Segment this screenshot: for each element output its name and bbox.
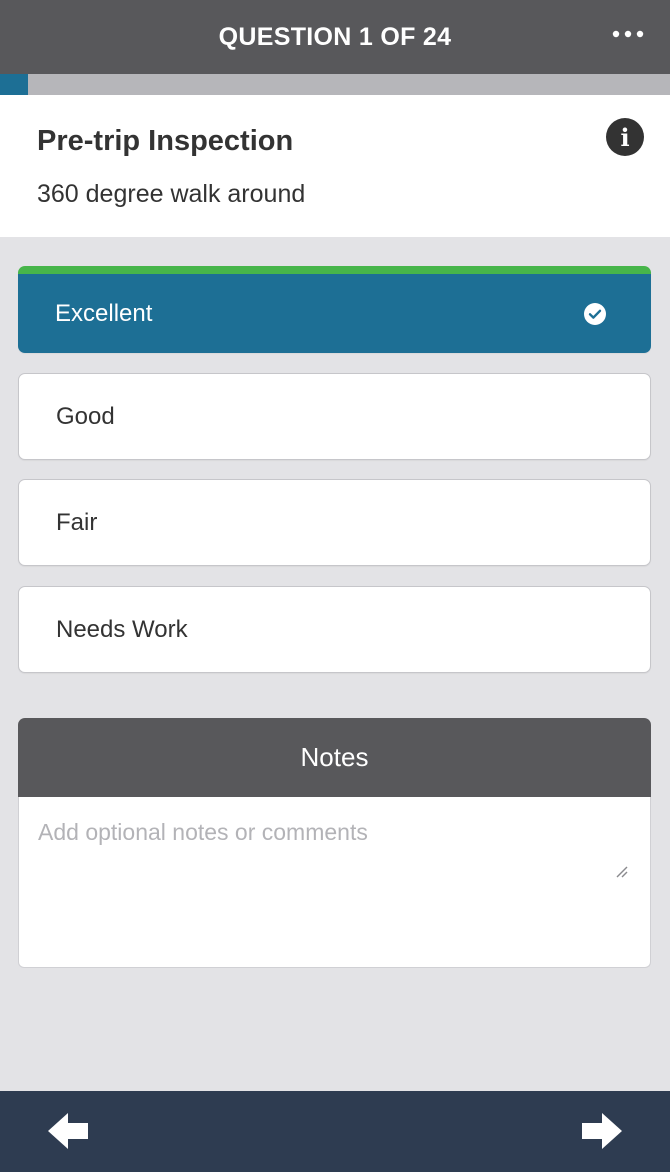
question-title: Pre-trip Inspection: [37, 125, 294, 157]
option-excellent[interactable]: Excellent: [18, 266, 651, 353]
notes-title: Notes: [300, 742, 369, 772]
more-menu-button[interactable]: [610, 20, 646, 48]
top-bar: QUESTION 1 OF 24: [0, 0, 670, 74]
info-icon: i: [620, 122, 630, 152]
option-label: Good: [56, 402, 115, 430]
check-circle-icon: [584, 302, 606, 325]
resize-handle-icon[interactable]: [612, 862, 628, 878]
option-good[interactable]: Good: [18, 373, 651, 460]
option-label: Excellent: [55, 299, 153, 327]
question-subtitle: 360 degree walk around: [37, 180, 306, 208]
notes-textarea[interactable]: [18, 797, 651, 968]
next-question-button[interactable]: [578, 1109, 626, 1153]
option-fair[interactable]: Fair: [18, 479, 651, 566]
info-button[interactable]: i: [606, 118, 644, 156]
more-horizontal-icon: [612, 30, 644, 38]
question-counter: QUESTION 1 OF 24: [218, 22, 452, 51]
progress-fill: [0, 74, 29, 95]
option-label: Needs Work: [56, 615, 188, 643]
notes-header: Notes: [18, 718, 651, 797]
screen: QUESTION 1 OF 24 Pre-trip Inspection 360…: [0, 0, 670, 1172]
option-needs-work[interactable]: Needs Work: [18, 586, 651, 673]
arrow-right-icon: [582, 1113, 622, 1149]
option-label: Fair: [56, 508, 98, 536]
previous-question-button[interactable]: [44, 1109, 92, 1153]
question-card: Pre-trip Inspection 360 degree walk arou…: [0, 95, 670, 237]
bottom-nav-bar: [0, 1091, 670, 1172]
arrow-left-icon: [48, 1113, 88, 1149]
progress-bar: [0, 74, 670, 95]
